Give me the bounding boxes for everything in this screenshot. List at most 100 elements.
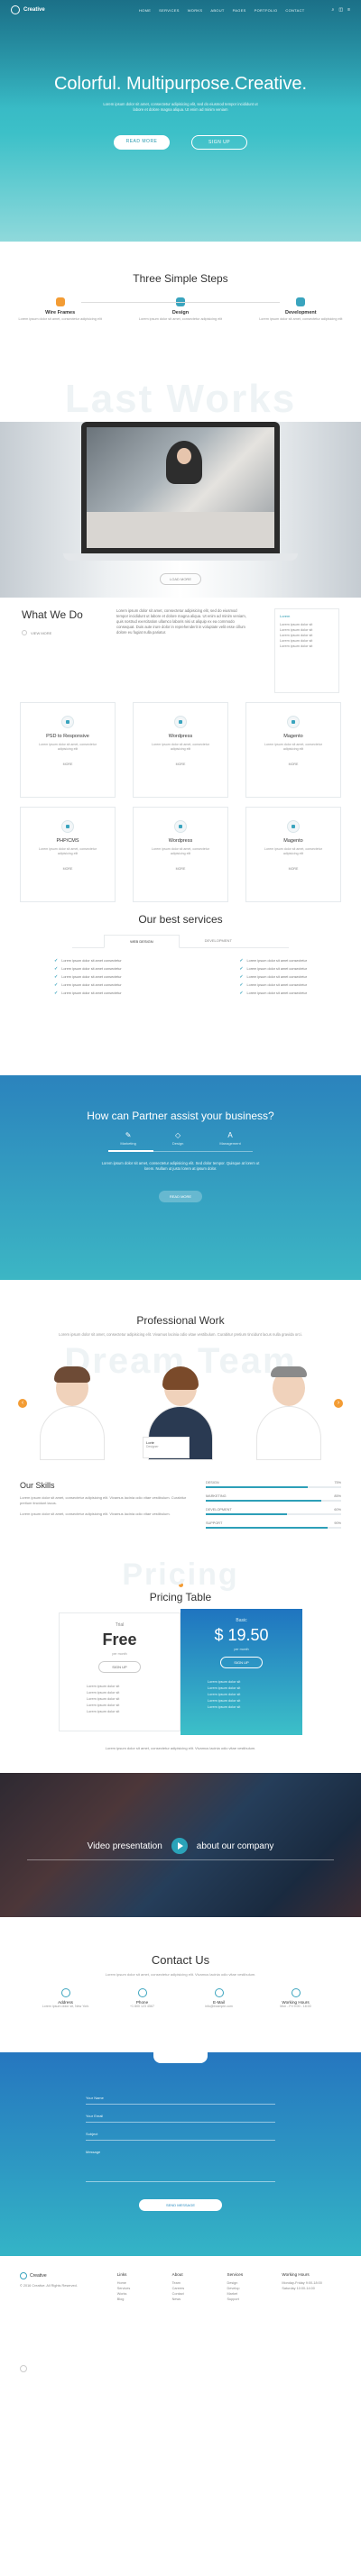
best-services-section: Our best services WEB DESIGN DEVELOPMENT… bbox=[0, 902, 361, 1075]
more-link[interactable]: MORE bbox=[246, 867, 340, 871]
step-desc: Lorem ipsum dolor sit amet, consectetur … bbox=[259, 317, 343, 321]
hero-subtitle: Lorem ipsum dolor sit amet, consectetur … bbox=[103, 102, 258, 112]
skill-bar: MARKETING 85% bbox=[206, 1494, 341, 1502]
what-we-do-list: Lorem Lorem ipsum dolor sit Lorem ipsum … bbox=[274, 608, 339, 693]
hero-sign-up-button[interactable]: SIGN UP bbox=[191, 135, 247, 150]
more-link[interactable]: MORE bbox=[134, 763, 227, 766]
check-icon: ✓ bbox=[54, 991, 59, 996]
feature-item: ✓ Lorem ipsum dolor sit amet consectetur bbox=[54, 991, 122, 996]
services-grid: PSD to Responsive Lorem ipsum dolor sit a… bbox=[0, 693, 361, 902]
team-member[interactable] bbox=[29, 1366, 116, 1460]
subject-field[interactable]: Subject bbox=[86, 2128, 275, 2141]
more-link[interactable]: MORE bbox=[21, 763, 115, 766]
code-icon bbox=[296, 297, 306, 306]
contact-title: Contact Us bbox=[151, 1953, 210, 1967]
skills-text: Lorem ipsum dolor sit amet, consectetur … bbox=[20, 1511, 171, 1516]
send-message-button[interactable]: SEND MESSAGE bbox=[138, 2199, 222, 2211]
marketing-tab[interactable]: ✎ Marketing bbox=[120, 1131, 136, 1146]
pricing-card-basic: Basic $ 19.50 per month SIGN UP Lorem ip… bbox=[180, 1609, 302, 1735]
step-desc: Lorem ipsum dolor sit amet, consectetur … bbox=[138, 317, 223, 321]
brand-logo[interactable]: Creative bbox=[11, 5, 45, 14]
service-card[interactable]: PHP/CMS Lorem ipsum dolor sit amet, conse… bbox=[20, 807, 116, 902]
menu-icon[interactable]: ≡ bbox=[347, 7, 350, 13]
nav-link-pages[interactable]: PAGES bbox=[233, 8, 246, 13]
feature-item: ✓ Lorem ipsum dolor sit amet consectetur bbox=[239, 966, 307, 972]
feature-item: ✓ Lorem ipsum dolor sit amet consectetur bbox=[239, 958, 307, 964]
team-subtitle: Lorem ipsum dolor sit amet, consectetur … bbox=[59, 1332, 302, 1337]
more-link[interactable]: MORE bbox=[246, 763, 340, 766]
check-icon: ✓ bbox=[239, 958, 244, 964]
pricing-watermark: Pricing bbox=[122, 1557, 239, 1592]
management-tab[interactable]: A Management bbox=[219, 1131, 240, 1146]
check-icon: ✓ bbox=[239, 991, 244, 996]
cart-icon[interactable]: ◫ bbox=[338, 7, 343, 13]
team-title: Professional Work bbox=[136, 1314, 225, 1327]
free-signup-button[interactable]: SIGN UP bbox=[98, 1661, 141, 1673]
name-field[interactable]: Your Name bbox=[86, 2092, 275, 2105]
more-link[interactable]: MORE bbox=[134, 867, 227, 871]
contact-hours: Working Hours Mon - Fri 9:00 - 18:00 bbox=[264, 1988, 328, 2009]
logo-icon bbox=[20, 2272, 27, 2279]
php-icon bbox=[61, 820, 74, 833]
service-card[interactable]: PSD to Responsive Lorem ipsum dolor sit a… bbox=[20, 702, 116, 798]
prev-arrow-icon[interactable]: ‹ bbox=[18, 1399, 27, 1408]
list-item[interactable]: Lorem ipsum dolor sit bbox=[280, 644, 334, 649]
nav-link-portfolio[interactable]: PORTFOLIO bbox=[255, 8, 278, 13]
service-card[interactable]: Magento Lorem ipsum dolor sit amet, conse… bbox=[245, 807, 341, 902]
message-field[interactable]: Message bbox=[86, 2146, 275, 2182]
feature-item: ✓ Lorem ipsum dolor sit amet consectetur bbox=[239, 991, 307, 996]
feature-item: ✓ Lorem ipsum dolor sit amet consectetur bbox=[54, 966, 122, 972]
check-icon: ✓ bbox=[239, 974, 244, 980]
location-icon bbox=[60, 1988, 70, 1997]
pricing-note: Lorem ipsum dolor sit amet, consectetur … bbox=[105, 1746, 256, 1750]
feature-item: ✓ Lorem ipsum dolor sit amet consectetur bbox=[54, 958, 122, 964]
team-member[interactable] bbox=[245, 1366, 332, 1460]
basic-signup-button[interactable]: SIGN UP bbox=[220, 1657, 263, 1668]
works-section: LOAD MORE bbox=[0, 422, 361, 598]
contact-form: Your Name Your Email Subject Message SEN… bbox=[0, 2052, 361, 2256]
what-we-do-title: What We Do bbox=[22, 608, 83, 621]
scroll-top-icon[interactable] bbox=[20, 2365, 27, 2372]
email-field[interactable]: Your Email bbox=[86, 2110, 275, 2123]
nav-link-about[interactable]: ABOUT bbox=[210, 8, 224, 13]
feature-item: ✓ Lorem ipsum dolor sit amet consectetur bbox=[54, 982, 122, 988]
step-title: Design bbox=[171, 310, 190, 315]
partner-read-more-button[interactable]: READ MORE bbox=[158, 1191, 203, 1202]
pricing-section: Pricing Pricing Table Trial Free per mon… bbox=[0, 1557, 361, 1773]
pricing-title: Pricing Table bbox=[149, 1591, 212, 1603]
management-icon: A bbox=[227, 1131, 233, 1139]
top-nav: Creative HOME SERVICES WORKS ABOUT PAGES… bbox=[0, 0, 361, 20]
skill-bar: DEVELOPMENT 60% bbox=[206, 1508, 341, 1515]
play-icon[interactable] bbox=[171, 1838, 188, 1854]
steps-section: Last Works Three Simple Steps Wire Frame… bbox=[0, 242, 361, 422]
search-icon[interactable]: ⌕ bbox=[332, 7, 335, 13]
design-icon: ◇ bbox=[175, 1131, 181, 1139]
load-more-button[interactable]: LOAD MORE bbox=[159, 573, 201, 585]
tab-web-design[interactable]: WEB DESIGN bbox=[104, 935, 180, 948]
video-label-left: Video presentation bbox=[87, 1841, 162, 1851]
arrow-icon bbox=[22, 630, 27, 635]
next-arrow-icon[interactable]: › bbox=[334, 1399, 343, 1408]
service-card[interactable]: Magento Lorem ipsum dolor sit amet, conse… bbox=[245, 702, 341, 798]
view-more-link[interactable]: VIEW MORE bbox=[22, 630, 116, 635]
tab-development[interactable]: DEVELOPMENT bbox=[180, 935, 257, 947]
clock-icon bbox=[291, 1988, 301, 1997]
nav-link-works[interactable]: WORKS bbox=[188, 8, 203, 13]
design-tab[interactable]: ◇ Design bbox=[172, 1131, 183, 1146]
partner-section: How can Partner assist your business? ✎ M… bbox=[0, 1075, 361, 1280]
check-icon: ✓ bbox=[239, 966, 244, 972]
skill-bar: DESIGN 75% bbox=[206, 1481, 341, 1488]
nav-link-services[interactable]: SERVICES bbox=[159, 8, 180, 13]
hero-read-more-button[interactable]: READ MORE bbox=[114, 135, 170, 150]
wordpress-icon bbox=[174, 716, 187, 728]
service-card[interactable]: Wordpress Lorem ipsum dolor sit amet, con… bbox=[133, 702, 228, 798]
nav-link-contact[interactable]: CONTACT bbox=[285, 8, 304, 13]
service-card[interactable]: Wordpress Lorem ipsum dolor sit amet, con… bbox=[133, 807, 228, 902]
skills-text: Lorem ipsum dolor sit amet, consectetur … bbox=[20, 1495, 187, 1505]
pricing-card-free: Trial Free per month SIGN UP Lorem ipsum… bbox=[59, 1612, 180, 1731]
video-label-right: about our company bbox=[196, 1841, 274, 1851]
nav-link-home[interactable]: HOME bbox=[139, 8, 151, 13]
phone-icon bbox=[137, 1988, 147, 1997]
contact-address: Address Lorem ipsum dolor sit, New York bbox=[34, 1988, 97, 2009]
more-link[interactable]: MORE bbox=[21, 867, 115, 871]
